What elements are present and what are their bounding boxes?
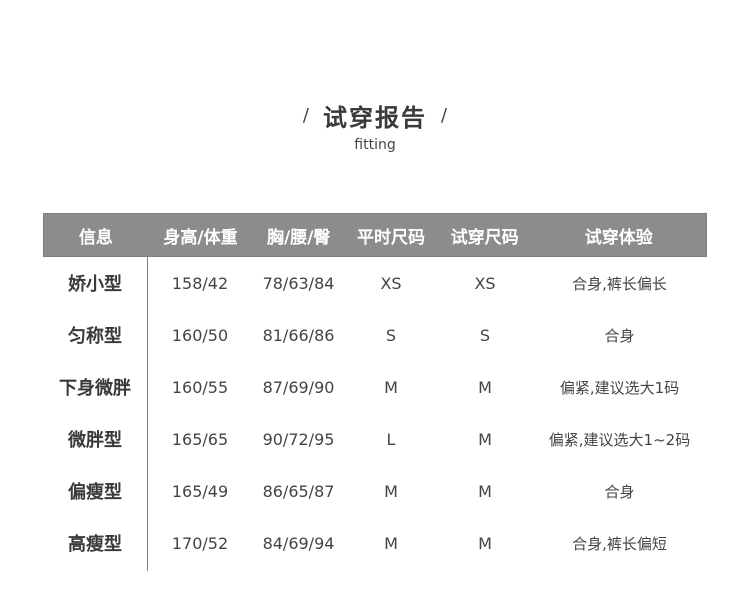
usual-size-cell: XS [380,273,402,293]
usual-size-cell: M [384,377,398,397]
usual-size-cell: S [385,325,397,345]
table-row: 高瘦型 170/52 84/69/94 M M 合身,裤长偏短 [43,517,707,569]
measurements-cell: 84/69/94 [262,533,335,553]
table-body: 娇小型 158/42 78/63/84 XS XS 合身,裤长偏长 匀称型 16… [43,257,707,571]
height-weight-cell: 158/42 [171,273,229,293]
body-type-cell: 娇小型 [68,274,122,295]
trial-size-cell: M [478,481,492,501]
trial-size-cell: M [478,533,492,553]
usual-size-cell: M [384,481,398,501]
trial-size-cell: M [478,377,492,397]
table-header: 信息 身高/体重 胸/腰/臀 平时尺码 试穿尺码 试穿体验 [43,213,707,257]
column-header-info: 信息 [78,227,113,248]
height-weight-cell: 165/49 [171,481,229,501]
title-slash-right: / [441,105,448,126]
measurements-cell: 90/72/95 [262,429,335,449]
experience-cell: 偏紧,建议选大1~2码 [548,430,691,449]
experience-cell: 偏紧,建议选大1码 [559,378,680,397]
title-slash-left: / [302,105,309,126]
body-type-cell: 匀称型 [68,326,122,347]
column-header-trial-size: 试穿尺码 [450,227,519,248]
column-header-height-weight: 身高/体重 [163,227,238,248]
table-row: 匀称型 160/50 81/66/86 S S 合身 [43,309,707,361]
table-row: 微胖型 165/65 90/72/95 L M 偏紧,建议选大1~2码 [43,413,707,465]
body-type-cell: 高瘦型 [68,534,122,555]
body-type-cell: 下身微胖 [59,378,131,399]
measurements-cell: 81/66/86 [262,325,335,345]
height-weight-cell: 165/65 [171,429,229,449]
column-header-experience: 试穿体验 [584,227,653,248]
height-weight-cell: 170/52 [171,533,229,553]
table-row: 娇小型 158/42 78/63/84 XS XS 合身,裤长偏长 [43,257,707,309]
usual-size-cell: L [386,429,396,449]
table-row: 下身微胖 160/55 87/69/90 M M 偏紧,建议选大1码 [43,361,707,413]
trial-size-cell: XS [474,273,496,293]
measurements-cell: 86/65/87 [262,481,335,501]
body-type-cell: 微胖型 [68,430,122,451]
body-type-cell: 偏瘦型 [68,482,122,503]
experience-cell: 合身 [604,326,635,345]
usual-size-cell: M [384,533,398,553]
experience-cell: 合身 [604,482,635,501]
page-title: 试穿报告 [323,104,427,132]
trial-size-cell: S [479,325,491,345]
fitting-table: 信息 身高/体重 胸/腰/臀 平时尺码 试穿尺码 试穿体验 娇小型 158/42… [43,213,707,571]
experience-cell: 合身,裤长偏短 [572,534,667,553]
experience-cell: 合身,裤长偏长 [572,274,667,293]
measurements-cell: 87/69/90 [262,377,335,397]
column-header-measurements: 胸/腰/臀 [267,227,331,248]
measurements-cell: 78/63/84 [262,273,335,293]
trial-size-cell: M [478,429,492,449]
table-row: 偏瘦型 165/49 86/65/87 M M 合身 [43,465,707,517]
height-weight-cell: 160/50 [171,325,229,345]
report-heading: / 试穿报告 / fitting [0,98,750,153]
page-subtitle: fitting [354,137,396,153]
title-line: / 试穿报告 / [303,98,447,133]
height-weight-cell: 160/55 [171,377,229,397]
column-header-usual-size: 平时尺码 [356,227,425,248]
